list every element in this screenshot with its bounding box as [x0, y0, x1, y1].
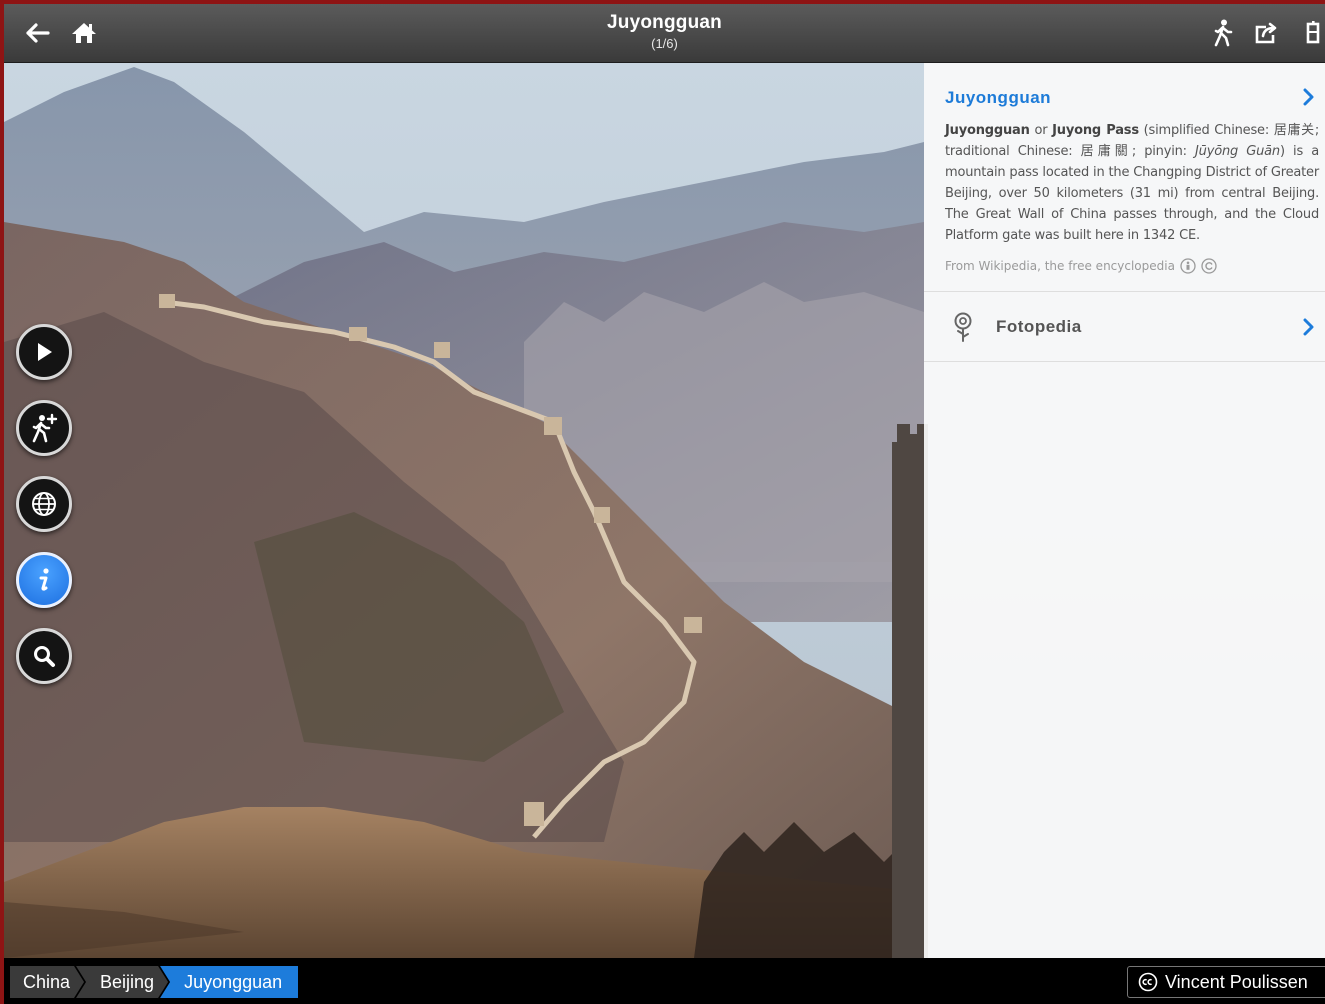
cc-icon: [1138, 972, 1158, 992]
top-bar: Juyongguan (1/6): [4, 4, 1325, 63]
info-icon: [39, 568, 49, 591]
wiki-pinyin: Jūyōng Guān: [1195, 144, 1280, 159]
walker-button[interactable]: [1206, 16, 1240, 50]
photo-credit-author: Vincent Poulissen: [1165, 971, 1308, 992]
globe-icon: [32, 492, 56, 516]
breadcrumb: China Beijing Juyongguan: [10, 966, 299, 998]
wiki-title[interactable]: Juyongguan: [945, 88, 1319, 108]
more-button[interactable]: [1296, 16, 1325, 50]
play-button[interactable]: [16, 324, 72, 380]
search-button[interactable]: [16, 628, 72, 684]
breadcrumb-item-china[interactable]: China: [10, 966, 84, 998]
share-icon: [1255, 22, 1277, 44]
hiker-plus-icon: [32, 413, 58, 443]
page-counter: (1/6): [651, 36, 678, 51]
wiki-name-primary: Juyongguan: [945, 123, 1030, 138]
cc-by-icon: [1180, 258, 1196, 274]
app-window: Juyongguan (1/6) Juyongguan Juyongguan o…: [4, 4, 1325, 1004]
wiki-source: From Wikipedia, the free encyclopedia: [945, 258, 1319, 274]
cc-sa-icon: [1201, 258, 1217, 274]
wiki-source-text: From Wikipedia, the free encyclopedia: [945, 259, 1175, 273]
more-icon: [1306, 21, 1320, 44]
share-button[interactable]: [1250, 16, 1284, 50]
title-block: Juyongguan (1/6): [4, 12, 1325, 51]
add-trip-button[interactable]: [16, 400, 72, 456]
chevron-right-icon[interactable]: [1303, 88, 1315, 106]
fotopedia-icon: [954, 312, 972, 342]
wiki-name-alt: Juyong Pass: [1052, 123, 1139, 138]
walker-icon: [1214, 19, 1233, 47]
play-icon: [38, 343, 52, 361]
map-button[interactable]: [16, 476, 72, 532]
breadcrumb-item-current[interactable]: Juyongguan: [160, 966, 299, 998]
chevron-right-icon[interactable]: [1303, 318, 1315, 336]
wiki-text: Juyongguan or Juyong Pass (simplified Ch…: [945, 120, 1319, 246]
fotopedia-link[interactable]: Fotopedia: [924, 292, 1325, 362]
info-panel: Juyongguan Juyongguan or Juyong Pass (si…: [924, 62, 1325, 958]
breadcrumb-item-beijing[interactable]: Beijing: [76, 966, 168, 998]
photo-credit[interactable]: Vincent Poulissen: [1127, 966, 1325, 998]
info-button[interactable]: [16, 552, 72, 608]
wiki-summary[interactable]: Juyongguan Juyongguan or Juyong Pass (si…: [924, 62, 1325, 292]
page-title: Juyongguan: [607, 12, 722, 33]
bottom-bar: China Beijing Juyongguan Vincent Pouliss…: [4, 958, 1325, 1004]
search-icon: [34, 646, 55, 667]
fotopedia-label: Fotopedia: [996, 316, 1082, 336]
wiki-text-or: or: [1029, 123, 1053, 138]
